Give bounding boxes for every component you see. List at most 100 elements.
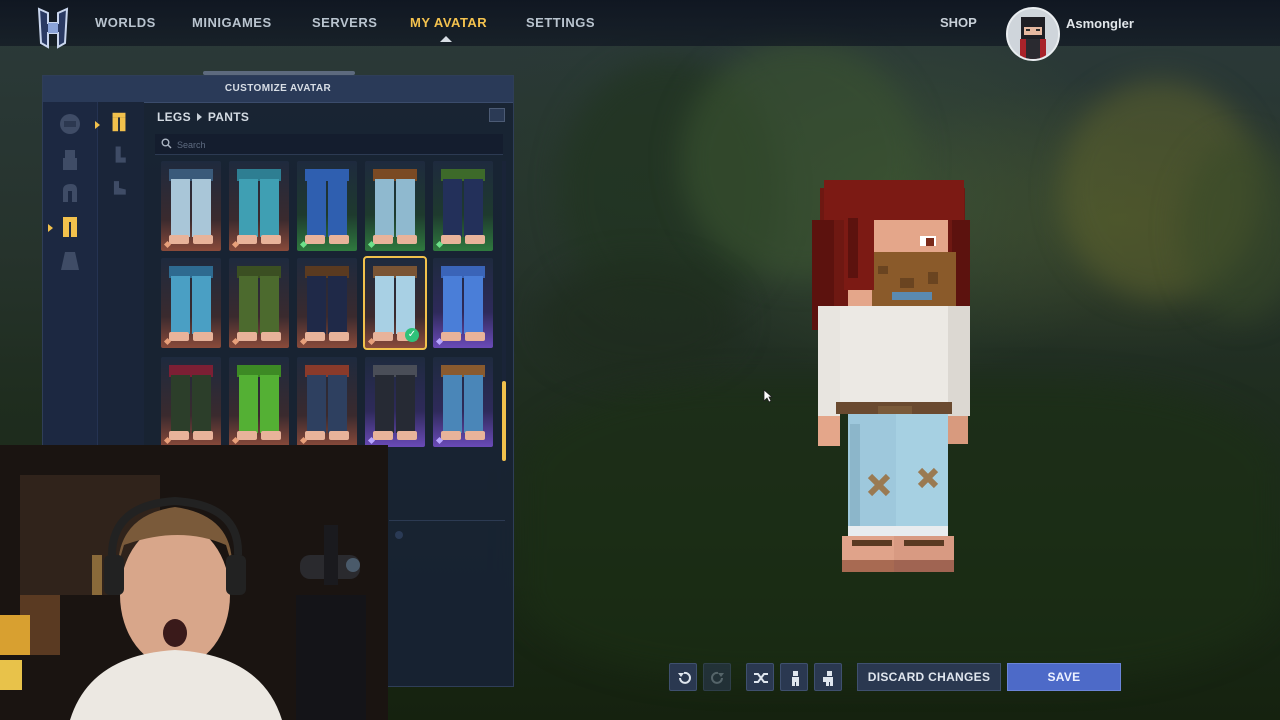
shuffle-icon	[754, 673, 768, 683]
item-leg	[171, 179, 190, 237]
pants-item-blue-plaid-pants[interactable]	[161, 258, 221, 348]
item-leg	[192, 276, 211, 334]
search-bar	[155, 134, 503, 155]
item-foot	[441, 332, 461, 341]
item-foot	[397, 235, 417, 244]
socks-icon[interactable]	[108, 144, 130, 166]
undo-icon	[678, 671, 691, 684]
nav-minigames[interactable]: MINIGAMES	[192, 15, 272, 30]
selected-subcategory-arrow	[95, 121, 100, 129]
streamer-video	[0, 445, 388, 720]
search-icon	[161, 138, 172, 149]
item-foot	[441, 431, 461, 440]
save-button[interactable]: SAVE	[1007, 663, 1121, 691]
panel-corner-button[interactable]	[489, 108, 505, 122]
item-leg	[464, 179, 483, 237]
nav-worlds[interactable]: WORLDS	[95, 15, 156, 30]
item-leg	[260, 276, 279, 334]
webcam-overlay	[0, 445, 388, 720]
pants-item-patched-light-jeans[interactable]: ✓	[363, 256, 427, 350]
breadcrumb-legs[interactable]: LEGS	[157, 110, 191, 124]
item-leg	[192, 375, 211, 433]
pose-button[interactable]	[780, 663, 808, 691]
cape-icon[interactable]	[57, 248, 83, 274]
redo-button[interactable]	[703, 663, 731, 691]
arm-icon[interactable]	[57, 180, 83, 206]
discard-changes-button[interactable]: DISCARD CHANGES	[857, 663, 1001, 691]
panel-indicator-dot	[395, 531, 403, 539]
item-foot	[261, 235, 281, 244]
torso-icon[interactable]	[57, 146, 83, 172]
item-leg	[328, 179, 347, 237]
item-leg	[192, 179, 211, 237]
item-leg	[171, 276, 190, 334]
item-leg	[239, 375, 258, 433]
item-foot	[373, 431, 393, 440]
breadcrumb-separator-icon	[196, 113, 202, 122]
item-foot	[193, 235, 213, 244]
item-leg	[396, 179, 415, 237]
pants-item-maroon-kilt[interactable]	[161, 357, 221, 447]
item-foot	[169, 332, 189, 341]
item-leg	[307, 375, 326, 433]
item-leg	[464, 375, 483, 433]
item-leg	[443, 375, 462, 433]
panel-header: CUSTOMIZE AVATAR	[43, 76, 513, 103]
item-foot	[465, 332, 485, 341]
pants-item-blue-ruffle-shorts[interactable]	[297, 161, 357, 251]
pose-alt-button[interactable]	[814, 663, 842, 691]
item-foot	[261, 431, 281, 440]
item-leg	[171, 375, 190, 433]
search-input[interactable]	[175, 136, 499, 154]
item-foot	[169, 235, 189, 244]
pants-item-olive-cargo-shorts[interactable]	[229, 258, 289, 348]
nav-settings[interactable]: SETTINGS	[526, 15, 595, 30]
pants-item-belted-blue-jeans[interactable]	[433, 357, 493, 447]
pants-item-black-armored-pants[interactable]	[365, 357, 425, 447]
pants-item-lace-blue-skirt[interactable]	[433, 258, 493, 348]
pants-item-red-fringed-pants[interactable]	[297, 357, 357, 447]
item-leg	[375, 375, 394, 433]
nav-servers[interactable]: SERVERS	[312, 15, 377, 30]
item-leg	[307, 276, 326, 334]
user-avatar[interactable]	[1006, 7, 1060, 61]
pants-item-light-jeans-ripped[interactable]	[161, 161, 221, 251]
undo-button[interactable]	[669, 663, 697, 691]
pants-item-grass-skirt[interactable]	[229, 357, 289, 447]
pants-item-teal-jeans[interactable]	[229, 161, 289, 251]
pants-item-navy-moss-trousers[interactable]	[433, 161, 493, 251]
breadcrumb: LEGS PANTS	[157, 110, 249, 124]
item-foot	[237, 431, 257, 440]
item-foot	[261, 332, 281, 341]
grid-scrollbar-thumb[interactable]	[502, 381, 506, 461]
nav-my-avatar[interactable]: MY AVATAR	[410, 15, 487, 30]
nav-shop[interactable]: SHOP	[940, 15, 977, 30]
panel-drag-handle[interactable]	[203, 71, 355, 75]
pants-icon[interactable]	[107, 110, 131, 134]
item-foot	[305, 332, 325, 341]
shoes-icon[interactable]	[108, 176, 130, 198]
item-leg	[328, 375, 347, 433]
nav-active-indicator	[440, 36, 452, 42]
item-leg	[260, 375, 279, 433]
item-leg	[396, 375, 415, 433]
shuffle-button[interactable]	[746, 663, 774, 691]
pants-item-dark-navy-pants[interactable]	[297, 258, 357, 348]
game-logo[interactable]	[36, 5, 70, 51]
breadcrumb-pants: PANTS	[207, 110, 250, 124]
top-nav: WORLDS MINIGAMES SERVERS MY AVATAR SETTI…	[0, 0, 1280, 61]
item-leg	[443, 179, 462, 237]
head-icon[interactable]	[57, 112, 83, 138]
item-leg	[396, 276, 415, 334]
pants-item-belted-light-jeans[interactable]	[365, 161, 425, 251]
background-tree	[540, 260, 740, 380]
item-foot	[441, 235, 461, 244]
legs-icon[interactable]	[57, 214, 83, 240]
item-grid: ✓	[161, 161, 501, 466]
item-leg	[260, 179, 279, 237]
username: Asmongler	[1066, 16, 1134, 31]
item-leg	[464, 276, 483, 334]
app-root: WORLDS MINIGAMES SERVERS MY AVATAR SETTI…	[0, 0, 1280, 720]
avatar-character-model[interactable]	[808, 180, 978, 590]
item-foot	[305, 431, 325, 440]
